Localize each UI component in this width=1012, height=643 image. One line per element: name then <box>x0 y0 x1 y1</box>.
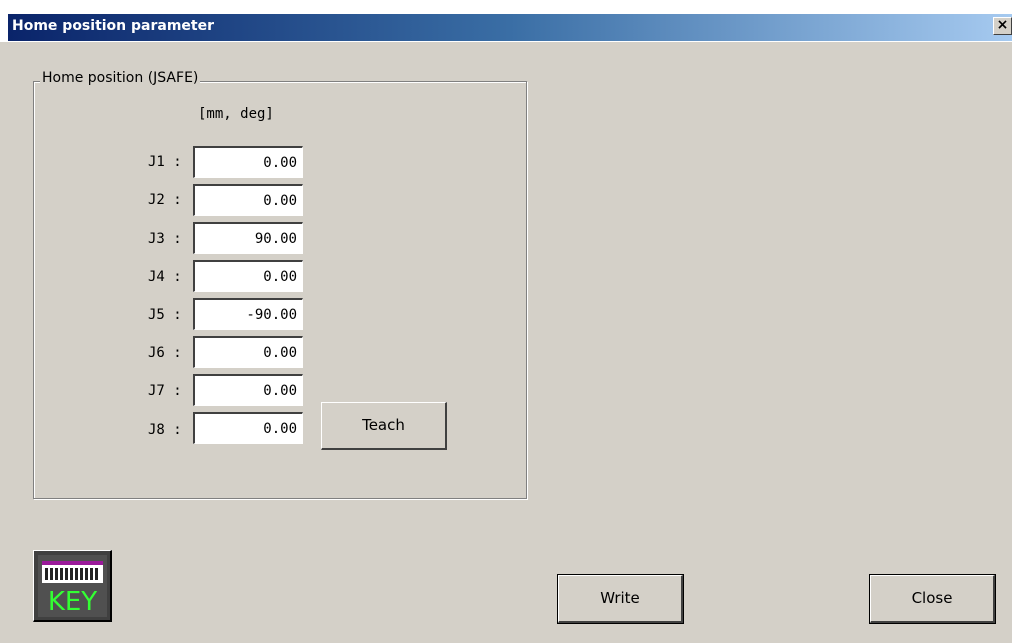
joint-label-j5: J5 : <box>148 307 182 323</box>
group-label: Home position (JSAFE) <box>40 70 201 86</box>
close-window-button[interactable]: × <box>993 17 1012 35</box>
joint-input-j4[interactable]: 0.00 <box>193 260 303 292</box>
keyboard-icon: KEY <box>38 555 107 617</box>
title-bar-area: Home position parameter × <box>0 0 1012 42</box>
keyboard-key-button[interactable]: KEY <box>33 550 112 622</box>
teach-button[interactable]: Teach <box>321 402 447 450</box>
joint-input-j5[interactable]: -90.00 <box>193 298 303 330</box>
joint-input-j6[interactable]: 0.00 <box>193 336 303 368</box>
key-label: KEY <box>47 587 98 617</box>
units-label: [mm, deg] <box>198 106 274 122</box>
write-button[interactable]: Write <box>557 574 684 624</box>
joint-input-j7[interactable]: 0.00 <box>193 374 303 406</box>
joint-input-j2[interactable]: 0.00 <box>193 184 303 216</box>
joint-label-j2: J2 : <box>148 192 182 208</box>
joint-input-j1[interactable]: 0.00 <box>193 146 303 178</box>
joint-label-j7: J7 : <box>148 383 182 399</box>
joint-label-j4: J4 : <box>148 269 182 285</box>
keyboard-graphic <box>42 561 103 583</box>
joint-label-j8: J8 : <box>148 422 182 438</box>
window-title: Home position parameter <box>12 18 215 34</box>
close-button[interactable]: Close <box>869 574 996 624</box>
joint-label-j1: J1 : <box>148 154 182 170</box>
joint-input-j3[interactable]: 90.00 <box>193 222 303 254</box>
joint-label-j6: J6 : <box>148 345 182 361</box>
joint-label-j3: J3 : <box>148 231 182 247</box>
joint-input-j8[interactable]: 0.00 <box>193 412 303 444</box>
title-bar[interactable]: Home position parameter × <box>8 14 1012 41</box>
